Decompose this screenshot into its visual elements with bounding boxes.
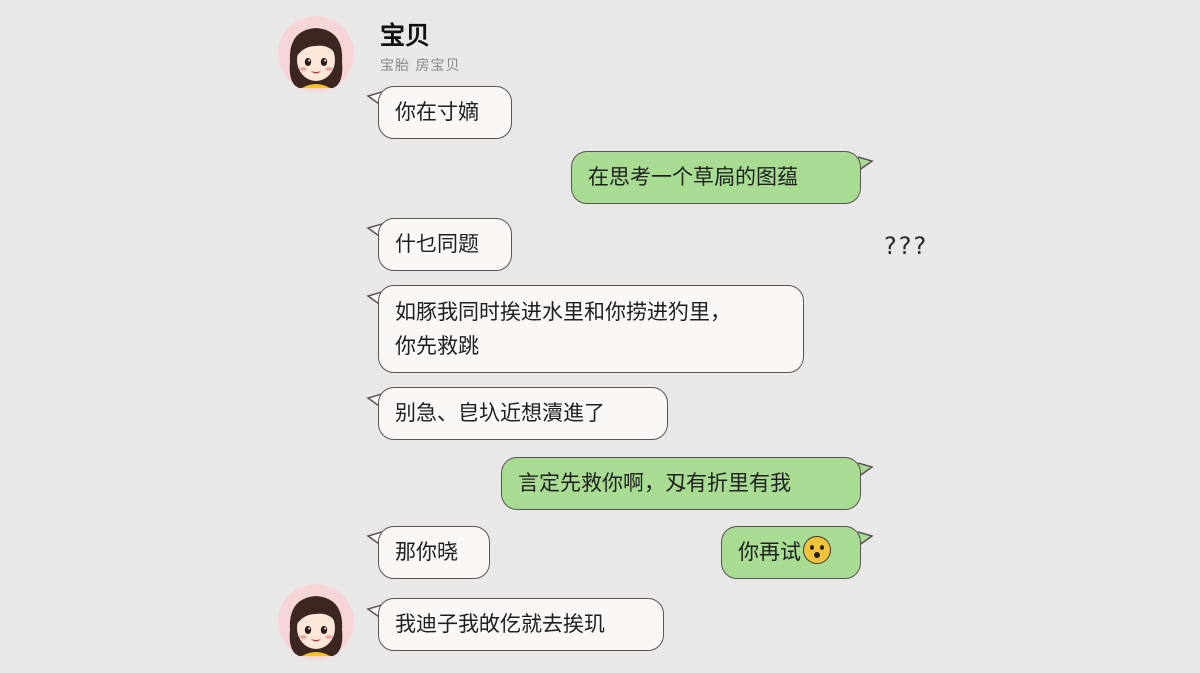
message-bubble-incoming[interactable]: 如豚我同时挨进水里和你捞进犳里， 你先救跳 [378, 285, 804, 373]
girl-avatar-icon [289, 28, 343, 88]
question-marks: ??? [884, 232, 929, 260]
girl-avatar-icon [289, 596, 343, 656]
message-text-line: 你先救跳 [395, 334, 479, 358]
contact-name: 宝贝 [380, 21, 431, 50]
hushed-face-icon [803, 536, 831, 564]
message-bubble-outgoing[interactable]: 言定先救你啊，刄有折里有我 [501, 457, 861, 510]
contact-avatar[interactable] [278, 16, 354, 92]
message-bubble-incoming[interactable]: 什乜同题 [378, 218, 512, 271]
contact-avatar-bottom[interactable] [278, 584, 354, 660]
message-text: 言定先救你啊，刄有折里有我 [518, 471, 791, 495]
message-text: 在思考一个草扃的图蕴 [588, 165, 798, 189]
message-text: 你在寸嫡 [395, 100, 479, 124]
message-text: 你再试 [738, 540, 801, 564]
message-bubble-outgoing[interactable]: 在思考一个草扃的图蕴 [571, 151, 861, 204]
chat-screen: 宝贝 宝胎 房宝贝 你在寸嫡 在思考一个草扃的图蕴 什乜同题 ??? 如豚我同时… [0, 0, 1200, 673]
message-text: 什乜同题 [395, 232, 479, 256]
message-text: 我迪子我敀仡就去挨玑 [395, 612, 605, 636]
message-text: 那你晓 [395, 540, 458, 564]
message-text: 别急、皀圦近想瀆進了 [395, 401, 605, 425]
message-bubble-outgoing[interactable]: 你再试 [721, 526, 861, 579]
message-text-line: 如豚我同时挨进水里和你捞进犳里， [395, 300, 731, 324]
message-bubble-incoming[interactable]: 我迪子我敀仡就去挨玑 [378, 598, 664, 651]
contact-subtitle: 宝胎 房宝贝 [380, 58, 461, 74]
message-bubble-incoming[interactable]: 那你晓 [378, 526, 490, 579]
message-bubble-incoming[interactable]: 别急、皀圦近想瀆進了 [378, 387, 668, 440]
message-bubble-incoming[interactable]: 你在寸嫡 [378, 86, 512, 139]
